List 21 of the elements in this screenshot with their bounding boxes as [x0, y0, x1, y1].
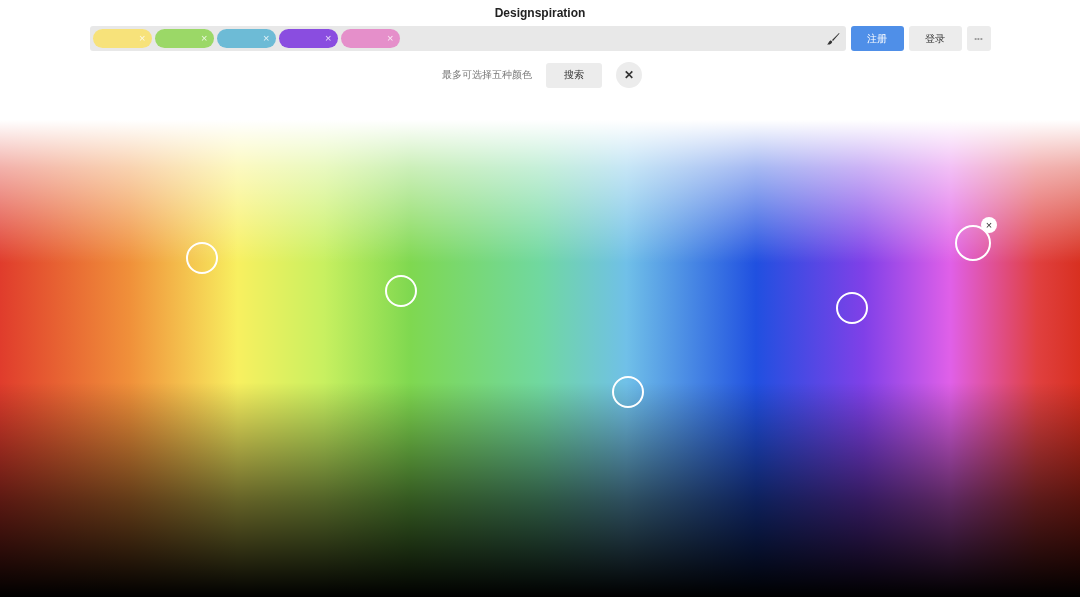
brush-icon[interactable] [825, 31, 840, 46]
clear-button[interactable]: ✕ [616, 62, 642, 88]
color-search-field[interactable]: × × × × × [89, 26, 846, 51]
search-button[interactable]: 搜索 [546, 62, 602, 88]
color-chip[interactable]: × [340, 29, 400, 48]
login-button[interactable]: 登录 [908, 26, 962, 51]
color-marker[interactable] [385, 275, 417, 307]
color-spectrum-picker[interactable]: × [0, 120, 1080, 597]
remove-icon[interactable]: × [387, 33, 394, 44]
remove-icon[interactable]: × [263, 33, 270, 44]
remove-icon[interactable]: × [981, 217, 997, 233]
color-marker[interactable] [836, 292, 868, 324]
hint-text: 最多可选择五种颜色 [442, 68, 532, 82]
site-title: Designspiration [494, 6, 586, 22]
color-marker[interactable] [186, 242, 218, 274]
remove-icon[interactable]: × [325, 33, 332, 44]
color-chip[interactable]: × [278, 29, 338, 48]
more-button[interactable]: ••• [966, 26, 991, 51]
color-chip[interactable]: × [216, 29, 276, 48]
color-marker[interactable] [612, 376, 644, 408]
signup-button[interactable]: 注册 [850, 26, 904, 51]
